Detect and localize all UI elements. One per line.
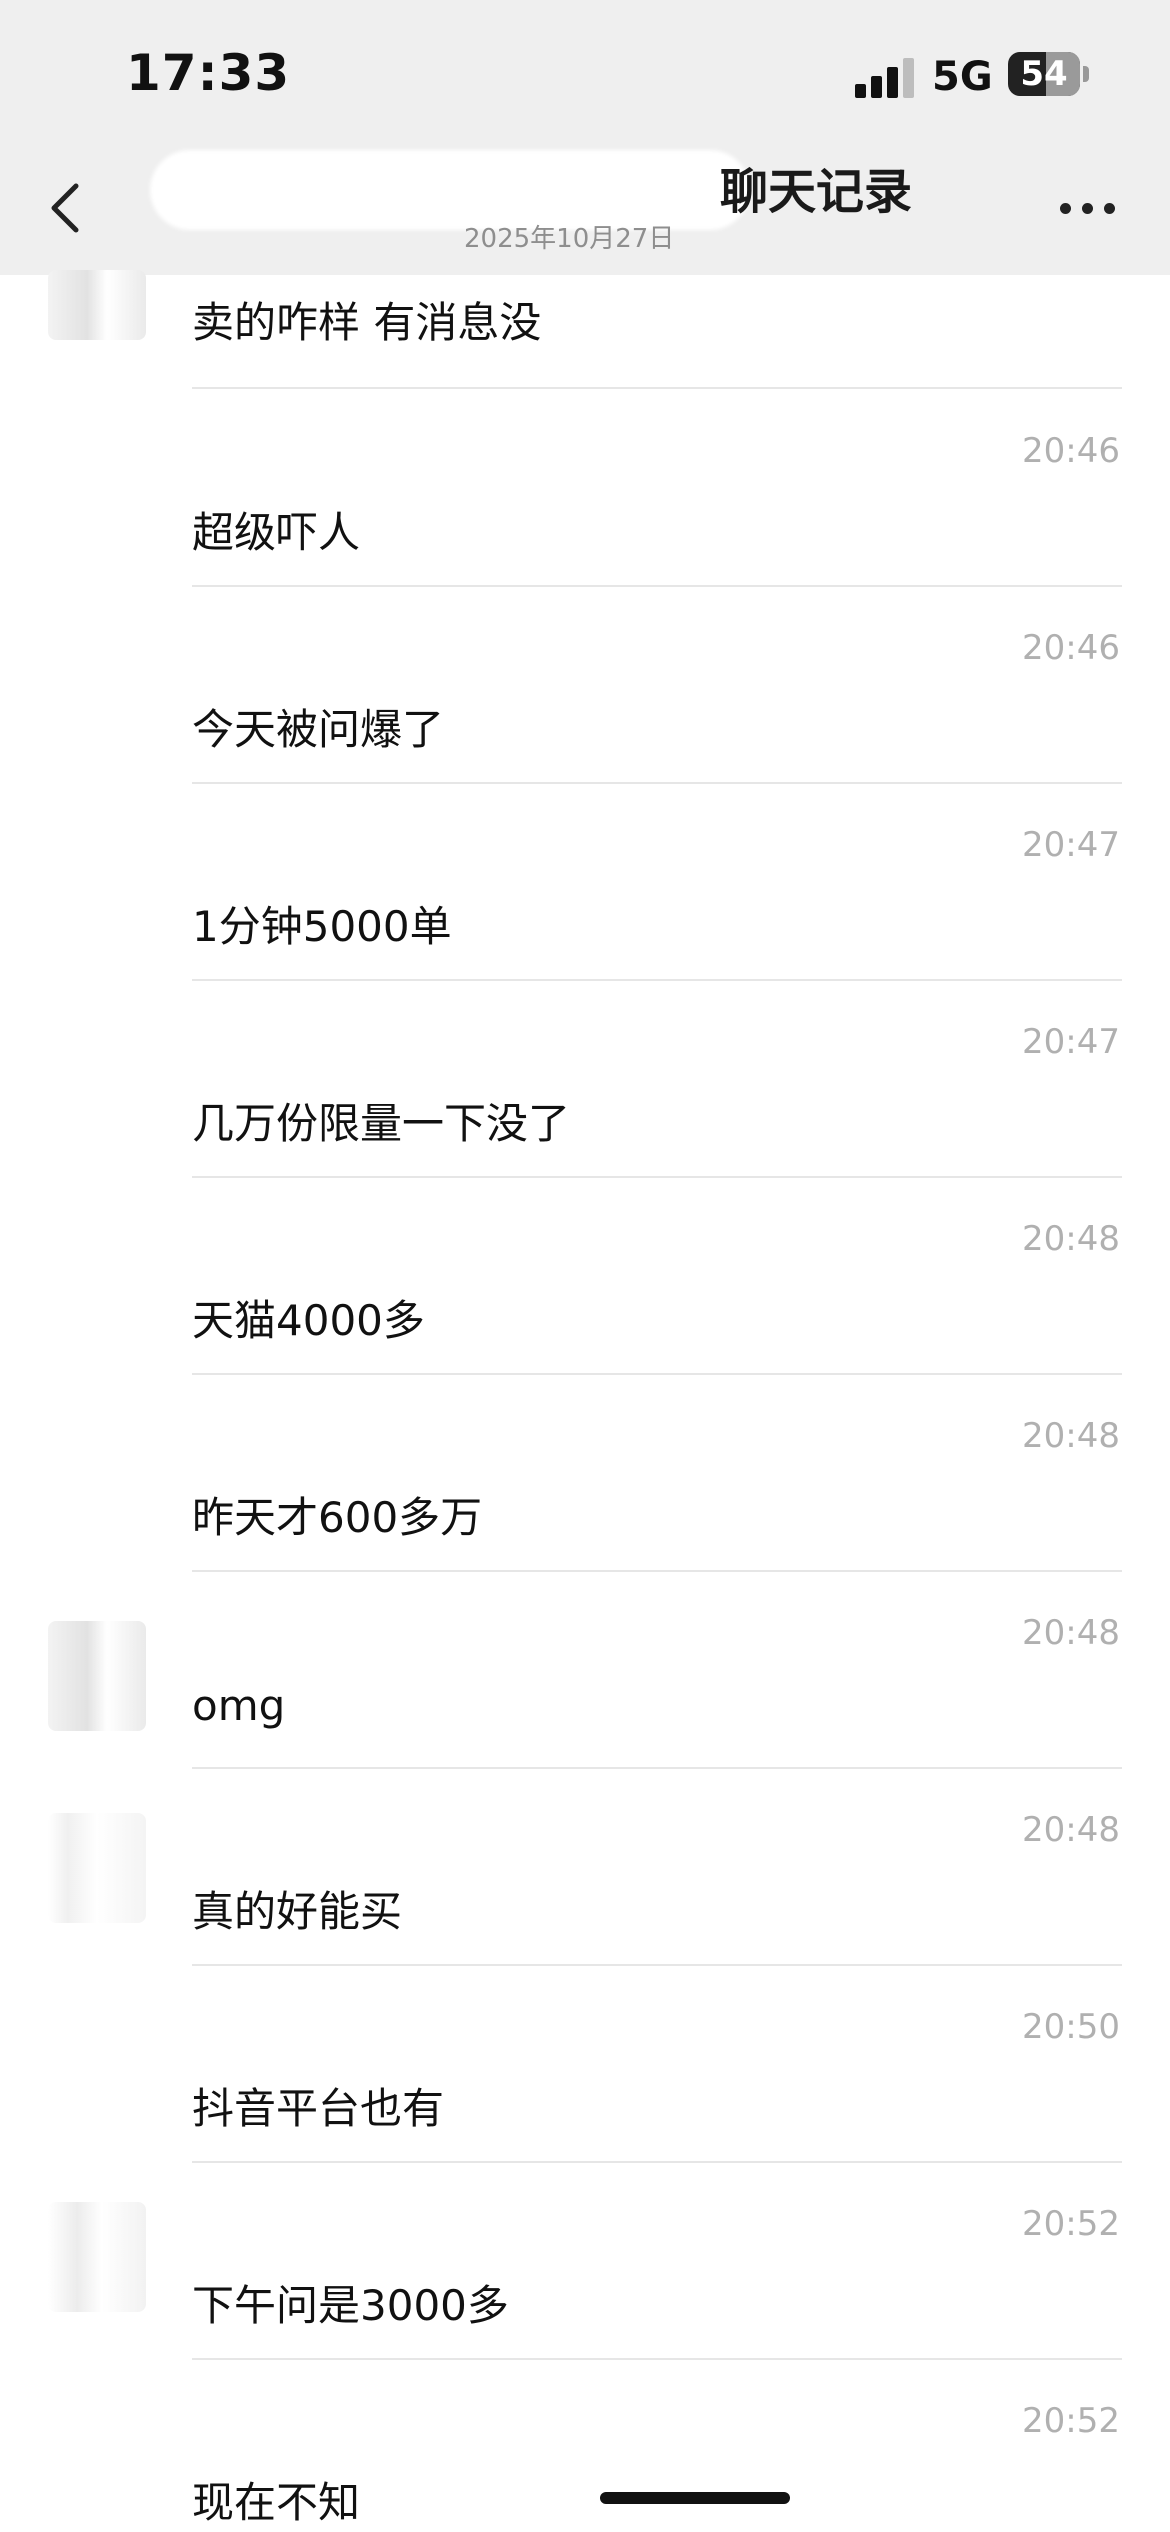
message-time: 20:48 <box>1022 1219 1120 1259</box>
message-text: 超级吓人 <box>192 508 361 557</box>
more-icon[interactable] <box>1060 203 1116 215</box>
avatar <box>48 2202 146 2312</box>
list-item: 20:46 今天被问爆了 <box>0 586 1170 784</box>
list-item: 20:52 下午问是3000多 <box>0 2162 1170 2360</box>
avatar <box>48 1813 146 1923</box>
message-text: 卖的咋样 有消息没 <box>192 298 542 347</box>
list-item: 卖的咋样 有消息没 <box>0 270 1170 390</box>
avatar <box>48 270 146 340</box>
back-icon[interactable] <box>44 178 88 238</box>
message-time: 20:50 <box>1022 2007 1120 2047</box>
list-item: 20:48 真的好能买 <box>0 1768 1170 1966</box>
list-item: 20:52 现在不知 <box>0 2359 1170 2532</box>
message-text: 现在不知 <box>192 2478 361 2527</box>
list-item: 20:47 几万份限量一下没了 <box>0 980 1170 1178</box>
message-time: 20:52 <box>1022 2204 1120 2244</box>
message-text: 真的好能买 <box>192 1887 403 1936</box>
message-time: 20:52 <box>1022 2401 1120 2441</box>
page-subtitle-date: 2025年10月27日 <box>464 224 675 254</box>
list-item: 20:48 omg <box>0 1571 1170 1769</box>
list-item: 20:47 1分钟5000单 <box>0 783 1170 981</box>
message-time: 20:48 <box>1022 1416 1120 1456</box>
list-item: 20:48 昨天才600多万 <box>0 1374 1170 1572</box>
message-time: 20:48 <box>1022 1613 1120 1653</box>
message-time: 20:48 <box>1022 1810 1120 1850</box>
message-text: 几万份限量一下没了 <box>192 1099 571 1148</box>
message-time: 20:46 <box>1022 431 1120 471</box>
avatar <box>48 1621 146 1731</box>
message-time: 20:47 <box>1022 825 1120 865</box>
network-type: 5G <box>932 54 993 100</box>
list-item: 20:46 超级吓人 <box>0 389 1170 587</box>
message-time: 20:46 <box>1022 628 1120 668</box>
message-text: 昨天才600多万 <box>192 1493 483 1542</box>
message-text: 天猫4000多 <box>192 1296 425 1345</box>
message-text: 1分钟5000单 <box>192 902 452 951</box>
message-time: 20:47 <box>1022 1022 1120 1062</box>
message-text: omg <box>192 1681 286 1730</box>
status-bar: 17:33 5G 54 <box>0 0 1170 140</box>
page-title: 聊天记录 <box>720 164 913 220</box>
list-item: 20:50 抖音平台也有 <box>0 1965 1170 2163</box>
battery-icon: 54 <box>1008 52 1080 96</box>
list-item: 20:48 天猫4000多 <box>0 1177 1170 1375</box>
message-text: 今天被问爆了 <box>192 705 445 754</box>
signal-icon <box>855 58 917 98</box>
battery-tip <box>1083 66 1089 82</box>
message-text: 抖音平台也有 <box>192 2084 445 2133</box>
battery-level: 54 <box>1020 54 1068 94</box>
message-text: 下午问是3000多 <box>192 2281 509 2330</box>
watermark-redaction <box>600 2492 790 2504</box>
status-time: 17:33 <box>126 44 291 102</box>
